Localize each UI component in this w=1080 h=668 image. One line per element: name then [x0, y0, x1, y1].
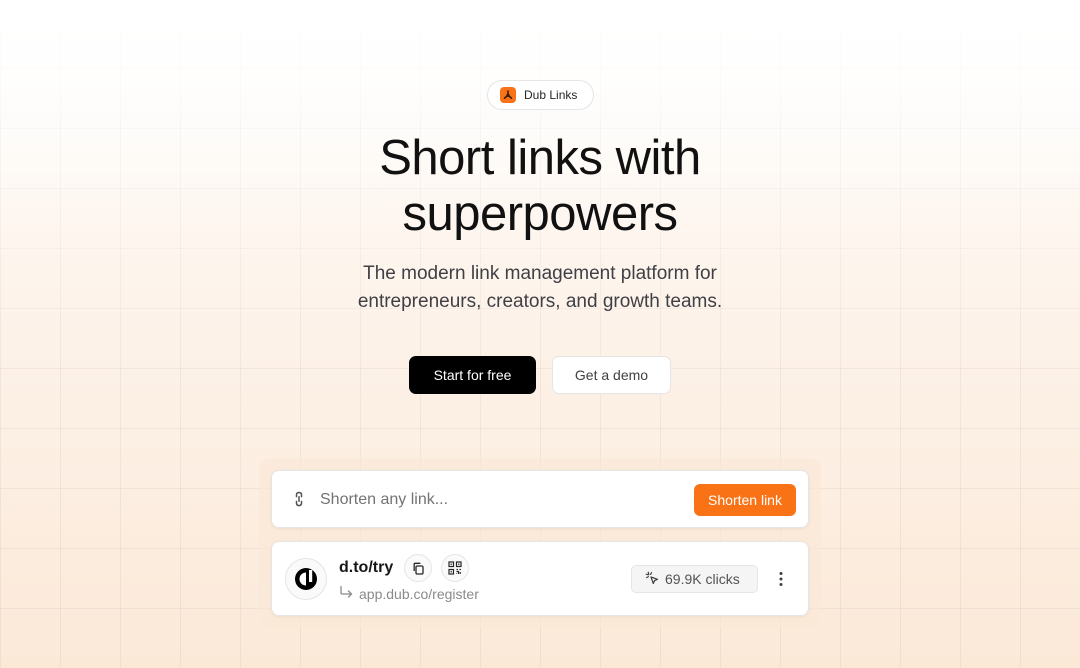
- clicks-count: 69.9K clicks: [665, 571, 740, 587]
- hero-section: Dub Links Short links with superpowers T…: [0, 0, 1080, 668]
- dub-logo-icon: [500, 87, 516, 103]
- link-card[interactable]: d.to/try app.dub.co/register 69.9K click…: [271, 541, 809, 616]
- short-link[interactable]: d.to/try: [339, 559, 393, 577]
- more-vertical-icon[interactable]: [769, 564, 793, 594]
- title-line-2: superpowers: [402, 187, 678, 241]
- subtitle-line-2: entrepreneurs, creators, and growth team…: [357, 291, 723, 312]
- copy-icon[interactable]: [404, 554, 432, 582]
- page-title: Short links with superpowers: [0, 130, 1080, 242]
- shorten-link-button[interactable]: Shorten link: [694, 484, 796, 516]
- get-a-demo-button[interactable]: Get a demo: [552, 356, 671, 394]
- destination-row: app.dub.co/register: [339, 585, 479, 602]
- start-for-free-button[interactable]: Start for free: [409, 356, 536, 394]
- title-line-1: Short links with: [379, 131, 701, 185]
- subtitle-line-1: The modern link management platform for: [363, 263, 717, 284]
- page-subtitle: The modern link management platform for …: [0, 260, 1080, 316]
- destination-url[interactable]: app.dub.co/register: [359, 586, 479, 602]
- qr-code-icon[interactable]: [441, 554, 469, 582]
- link-icon: [290, 490, 308, 508]
- redirect-arrow-icon: [339, 585, 353, 602]
- clicks-badge[interactable]: 69.9K clicks: [631, 565, 758, 593]
- dub-links-badge[interactable]: Dub Links: [487, 80, 594, 110]
- cursor-click-icon: [645, 571, 659, 588]
- shorten-link-form: Shorten link: [271, 470, 809, 528]
- dub-avatar-icon: [285, 558, 327, 600]
- shorten-link-input[interactable]: [320, 486, 680, 514]
- badge-label: Dub Links: [524, 88, 578, 102]
